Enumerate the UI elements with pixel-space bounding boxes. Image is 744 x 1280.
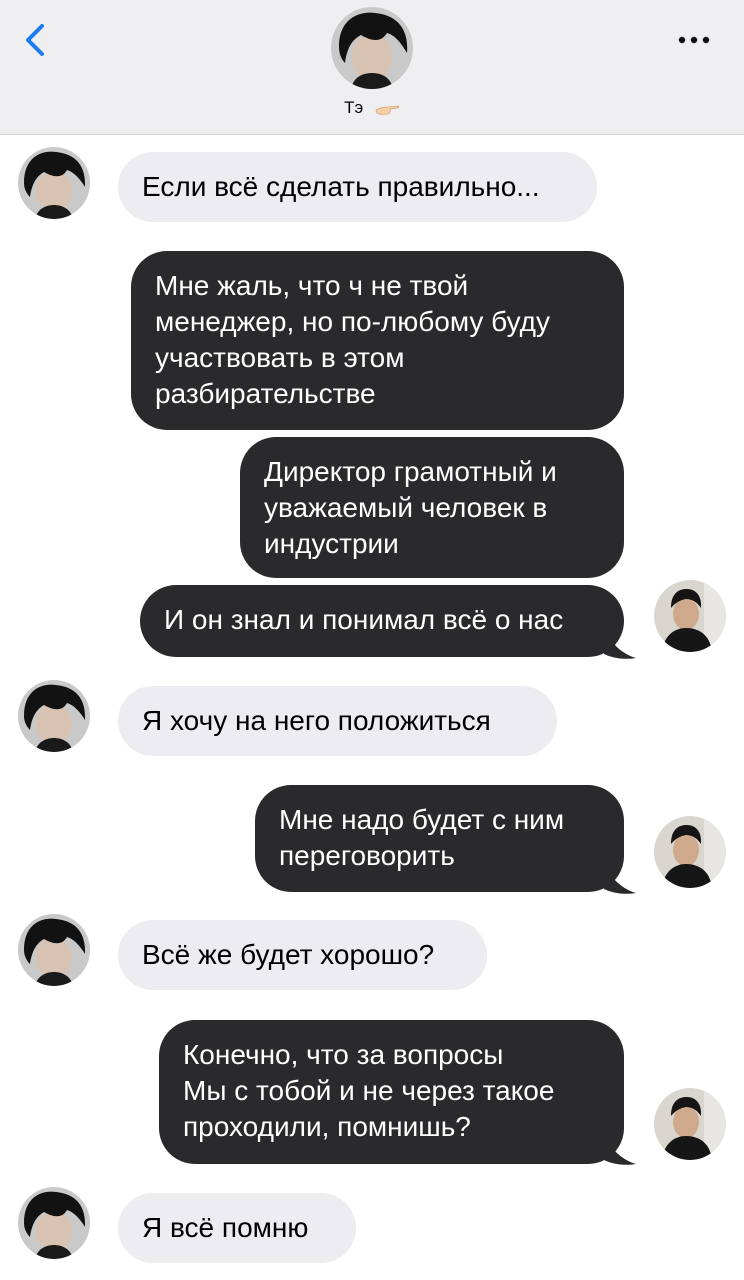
message-bubble-outgoing[interactable]: Директор грамотный и уважаемый человек в… bbox=[240, 437, 624, 578]
back-button[interactable] bbox=[18, 20, 58, 60]
sender-avatar[interactable] bbox=[18, 147, 90, 219]
message-text: Директор грамотный и уважаемый человек в… bbox=[264, 456, 557, 559]
pointing-hand-emoji-icon bbox=[375, 105, 400, 115]
chevron-left-icon bbox=[26, 24, 44, 56]
message-bubble-incoming[interactable]: Я хочу на него положиться bbox=[118, 686, 557, 756]
message-text: Конечно, что за вопросы Мы с тобой и не … bbox=[183, 1039, 555, 1142]
message-text: Если всё сделать правильно... bbox=[142, 171, 540, 202]
message-text: Мне жаль, что ч не твой менеджер, но по-… bbox=[155, 270, 551, 409]
contact-avatar[interactable] bbox=[331, 7, 413, 89]
message-text: Я всё помню bbox=[142, 1212, 309, 1243]
sender-avatar[interactable] bbox=[18, 914, 90, 986]
user-avatar[interactable] bbox=[654, 1088, 726, 1160]
bubble-tail bbox=[604, 865, 636, 894]
message-bubble-outgoing[interactable]: И он знал и понимал всё о нас bbox=[140, 585, 624, 657]
message-text: Мне надо будет с ним переговорить bbox=[279, 804, 565, 871]
user-avatar[interactable] bbox=[654, 580, 726, 652]
sender-avatar[interactable] bbox=[18, 1187, 90, 1259]
contact-name[interactable]: Тэ bbox=[0, 98, 744, 118]
user-avatar[interactable] bbox=[654, 816, 726, 888]
message-bubble-outgoing[interactable]: Конечно, что за вопросы Мы с тобой и не … bbox=[159, 1020, 624, 1164]
message-bubble-outgoing[interactable]: Мне жаль, что ч не твой менеджер, но по-… bbox=[131, 251, 624, 430]
sender-avatar[interactable] bbox=[18, 680, 90, 752]
more-button[interactable] bbox=[674, 30, 714, 50]
contact-name-label: Тэ bbox=[344, 98, 364, 117]
message-bubble-incoming[interactable]: Я всё помню bbox=[118, 1193, 356, 1263]
message-text: Я хочу на него положиться bbox=[142, 705, 491, 736]
message-text: Всё же будет хорошо? bbox=[142, 939, 435, 970]
ellipsis-icon bbox=[678, 36, 710, 44]
message-bubble-incoming[interactable]: Если всё сделать правильно... bbox=[118, 152, 597, 222]
bubble-tail bbox=[604, 1136, 636, 1165]
bubble-tail bbox=[604, 630, 636, 659]
message-bubble-incoming[interactable]: Всё же будет хорошо? bbox=[118, 920, 487, 990]
message-bubble-outgoing[interactable]: Мне надо будет с ним переговорить bbox=[255, 785, 624, 892]
chat-header: Тэ bbox=[0, 0, 744, 135]
message-text: И он знал и понимал всё о нас bbox=[164, 604, 564, 635]
